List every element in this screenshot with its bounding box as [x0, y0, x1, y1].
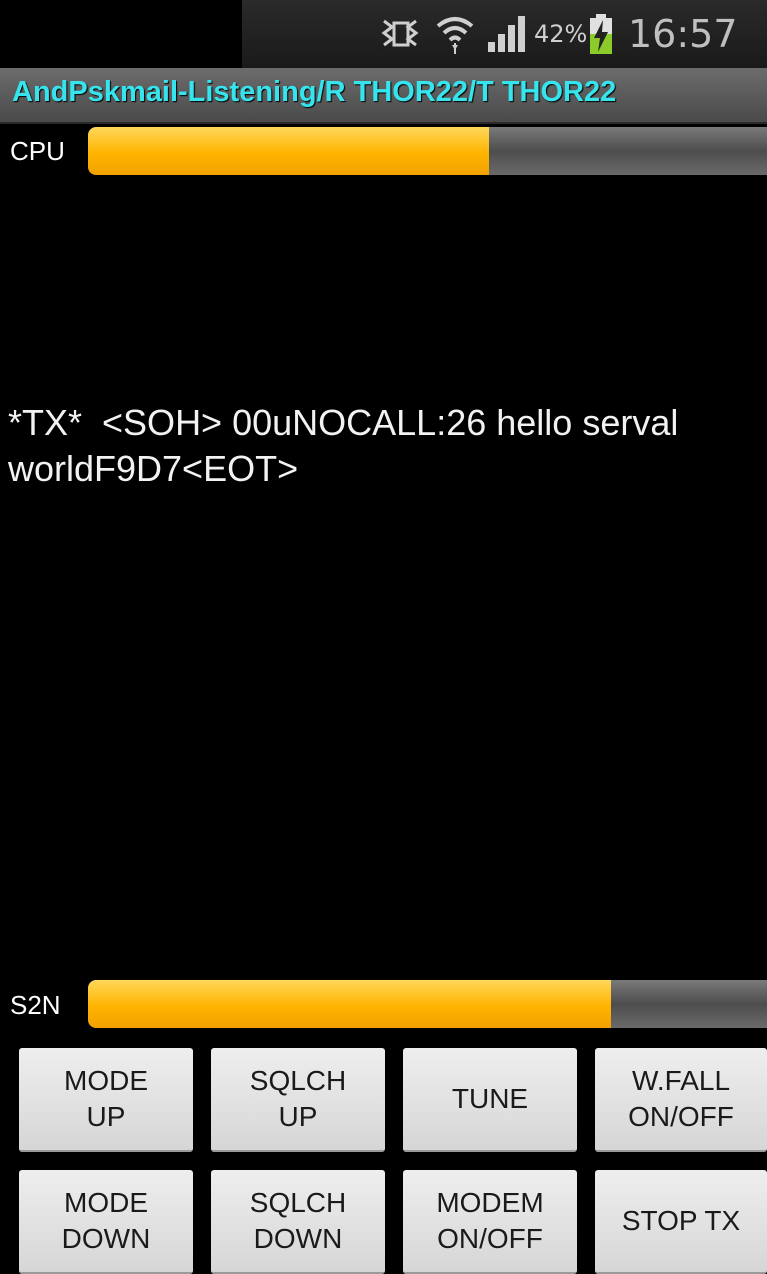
s2n-meter: [88, 980, 767, 1028]
s2n-label: S2N: [10, 990, 61, 1020]
status-bar: 42% 16:57: [0, 0, 767, 68]
cpu-meter-fill: [88, 127, 489, 175]
signal-icon: [486, 0, 534, 68]
cpu-meter: [88, 127, 767, 175]
battery-percent: 42%: [534, 20, 588, 48]
app-title: AndPskmail-Listening/R THOR22/T THOR22: [12, 76, 617, 108]
mode-up-button[interactable]: MODE UP: [19, 1048, 193, 1152]
battery-charging-icon: [588, 0, 616, 68]
sqlch-up-button[interactable]: SQLCH UP: [211, 1048, 385, 1152]
s2n-meter-fill: [88, 980, 611, 1028]
sqlch-down-button[interactable]: SQLCH DOWN: [211, 1170, 385, 1274]
cpu-label: CPU: [10, 136, 65, 166]
received-text: *TX* <SOH> 00uNOCALL:26 hello serval wor…: [8, 402, 689, 489]
stop-tx-button[interactable]: STOP TX: [595, 1170, 767, 1274]
wifi-icon: [436, 0, 476, 68]
mode-down-button[interactable]: MODE DOWN: [19, 1170, 193, 1274]
nfc-icon: [380, 0, 422, 68]
waterfall-toggle-button[interactable]: W.FALL ON/OFF: [595, 1048, 767, 1152]
status-time: 16:57: [628, 12, 738, 56]
tune-button[interactable]: TUNE: [403, 1048, 577, 1152]
modem-toggle-button[interactable]: MODEM ON/OFF: [403, 1170, 577, 1274]
title-bar: AndPskmail-Listening/R THOR22/T THOR22: [0, 68, 767, 124]
